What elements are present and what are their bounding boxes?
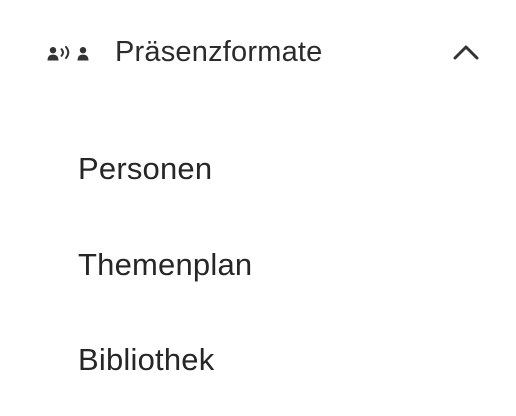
presenter-audience-icon <box>47 46 93 66</box>
section-title: Präsenzformate <box>115 36 323 68</box>
nav-item-themenplan[interactable]: Themenplan <box>78 243 252 287</box>
chevron-up-icon[interactable] <box>452 40 480 64</box>
navigation-section: Präsenzformate Personen Themenplan Bibli… <box>0 0 516 416</box>
nav-item-personen[interactable]: Personen <box>78 147 212 191</box>
section-header-praesenzformate[interactable]: Präsenzformate <box>0 18 516 86</box>
nav-item-bibliothek[interactable]: Bibliothek <box>78 338 214 382</box>
